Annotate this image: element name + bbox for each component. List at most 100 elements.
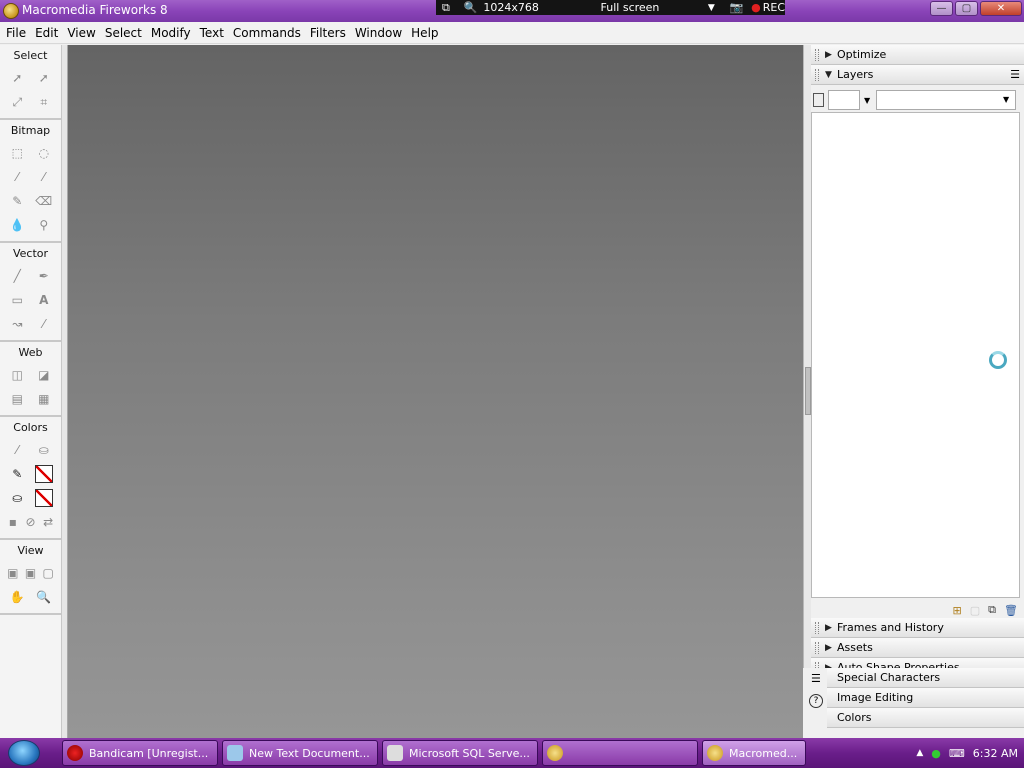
zoom-tool-icon[interactable]: 🔍 (35, 588, 53, 606)
fireworks-icon (707, 745, 723, 761)
chevron-down-icon[interactable]: ▼ (708, 3, 724, 13)
standard-screen-mode-icon[interactable]: ▣ (4, 564, 22, 582)
show-slices-icon[interactable]: ▦ (35, 390, 53, 408)
maximize-button[interactable]: ▢ (955, 1, 978, 16)
special-characters-panel-tab[interactable]: Special Characters (827, 668, 1024, 688)
taskbar-item-fireworks-1[interactable] (542, 740, 698, 766)
blend-mode-select[interactable]: ▼ (876, 90, 1017, 110)
minimize-button[interactable]: — (930, 1, 953, 16)
marquee-tool-icon[interactable]: ⬚ (8, 144, 26, 162)
assets-panel-header[interactable]: ▶ Assets (811, 638, 1024, 658)
show-hidden-icons-icon[interactable]: ▲ (916, 748, 923, 758)
pen-tool-icon[interactable]: ✒ (35, 267, 53, 285)
lasso-tool-icon[interactable]: ◌ (35, 144, 53, 162)
rec-button[interactable]: REC (763, 1, 785, 14)
default-colors-icon[interactable]: ▪ (4, 513, 22, 531)
rubber-stamp-tool-icon[interactable]: ⚲ (35, 216, 53, 234)
tools-section-label: Colors (13, 421, 48, 434)
hotspot-tool-icon[interactable]: ◫ (8, 366, 26, 384)
panel-options-menu-icon[interactable]: ☰ (1010, 68, 1020, 81)
clock[interactable]: 6:32 AM (973, 747, 1018, 760)
pointer-tool-icon[interactable]: ➚ (8, 69, 26, 87)
grip-icon[interactable] (815, 48, 819, 61)
scale-tool-icon[interactable]: ⤢ (8, 93, 26, 111)
document-canvas-area[interactable] (68, 45, 803, 738)
grip-icon[interactable] (815, 68, 819, 81)
crop-tool-icon[interactable]: ⌗ (35, 93, 53, 111)
window-select-icon[interactable]: ⧉ (442, 1, 456, 15)
menu-file[interactable]: File (2, 26, 30, 40)
grip-icon[interactable] (815, 621, 819, 634)
magic-wand-tool-icon[interactable]: ⁄ (8, 168, 26, 186)
system-tray: ▲ ● ⌨ 6:32 AM (916, 738, 1024, 768)
capture-mode-label[interactable]: Full screen (601, 1, 708, 14)
fill-color-swatch[interactable] (34, 489, 53, 507)
zoom-icon[interactable]: 🔍 (464, 1, 478, 14)
no-stroke-fill-icon[interactable]: ⊘ (22, 513, 40, 531)
frames-history-panel-header[interactable]: ▶ Frames and History (811, 618, 1024, 638)
opacity-field[interactable] (828, 90, 860, 110)
menu-window[interactable]: Window (351, 26, 406, 40)
grip-icon[interactable] (815, 641, 819, 654)
taskbar-item-sql-server[interactable]: Microsoft SQL Serve... (382, 740, 538, 766)
swap-colors-icon[interactable]: ⇄ (39, 513, 57, 531)
menu-view[interactable]: View (63, 26, 99, 40)
menu-text[interactable]: Text (196, 26, 228, 40)
eraser-tool-icon[interactable]: ⌫ (35, 192, 53, 210)
camera-icon[interactable]: 📷 (730, 1, 748, 14)
new-sub-layer-icon[interactable]: ⊞ (953, 604, 962, 617)
start-button[interactable] (8, 740, 40, 766)
menu-help[interactable]: Help (407, 26, 442, 40)
optimize-panel-header[interactable]: ▶ Optimize (811, 45, 1024, 65)
text-tool-icon[interactable]: A (35, 291, 53, 309)
full-screen-mode-icon[interactable]: ▢ (39, 564, 57, 582)
blur-tool-icon[interactable]: 💧 (8, 216, 26, 234)
notepad-icon (227, 745, 243, 761)
panel-list-icon[interactable]: ☰ (811, 672, 821, 685)
taskbar-item-notepad[interactable]: New Text Document... (222, 740, 378, 766)
opacity-dropdown-icon[interactable]: ▼ (864, 96, 870, 105)
menu-commands[interactable]: Commands (229, 26, 305, 40)
line-tool-icon[interactable]: ╱ (8, 267, 26, 285)
stroke-color-icon: ✎ (12, 467, 23, 481)
bandicam-toolbar: ⧉ 🔍 1024x768 Full screen ▼ 📷 ● REC (436, 0, 785, 15)
stroke-color-swatch[interactable] (34, 465, 53, 483)
hand-tool-icon[interactable]: ✋ (8, 588, 26, 606)
panel-splitter[interactable] (803, 45, 811, 738)
layers-panel-header[interactable]: ▼ Layers ☰ (811, 65, 1024, 85)
slice-tool-icon[interactable]: ◪ (35, 366, 53, 384)
network-icon[interactable]: ● (931, 747, 941, 760)
record-dot-icon: ● (751, 1, 761, 14)
new-layer-icon[interactable]: ⧉ (988, 603, 996, 617)
eyedropper-tool-icon[interactable]: ⁄ (8, 441, 26, 459)
rectangle-tool-icon[interactable]: ▭ (8, 291, 26, 309)
menu-select[interactable]: Select (101, 26, 146, 40)
loading-spinner-icon (989, 351, 1007, 369)
close-button[interactable]: ✕ (980, 1, 1022, 16)
paint-bucket-tool-icon[interactable]: ⛀ (35, 441, 53, 459)
layers-list[interactable] (811, 112, 1020, 598)
taskbar-item-fireworks-2[interactable]: Macromed... (702, 740, 806, 766)
new-bitmap-image-icon[interactable]: ▢ (970, 604, 980, 617)
hide-slices-icon[interactable]: ▤ (8, 390, 26, 408)
menu-modify[interactable]: Modify (147, 26, 195, 40)
image-editing-panel-tab[interactable]: Image Editing (827, 688, 1024, 708)
brush-tool-icon[interactable]: ⁄ (35, 168, 53, 186)
knife-tool-icon[interactable]: ⁄ (35, 315, 53, 333)
pencil-tool-icon[interactable]: ✎ (8, 192, 26, 210)
subselection-tool-icon[interactable]: ➚ (35, 69, 53, 87)
delete-layer-icon[interactable]: 🗑 (1004, 604, 1018, 617)
freeform-tool-icon[interactable]: ↝ (8, 315, 26, 333)
frames-history-panel-title: Frames and History (837, 621, 944, 634)
layers-toolbar: ▼ ▼ (811, 85, 1024, 115)
chevron-down-icon: ▼ (1003, 95, 1010, 104)
menu-filters[interactable]: Filters (306, 26, 350, 40)
layer-mask-icon[interactable] (813, 93, 824, 107)
menu-edit[interactable]: Edit (31, 26, 62, 40)
help-icon[interactable]: ? (809, 694, 823, 708)
tools-view-section: View ▣ ▣ ▢ ✋ 🔍 (0, 540, 61, 615)
colors-panel-tab[interactable]: Colors (827, 708, 1024, 728)
full-screen-menu-mode-icon[interactable]: ▣ (22, 564, 40, 582)
language-icon[interactable]: ⌨ (949, 747, 965, 760)
taskbar-item-bandicam[interactable]: Bandicam [Unregist... (62, 740, 218, 766)
